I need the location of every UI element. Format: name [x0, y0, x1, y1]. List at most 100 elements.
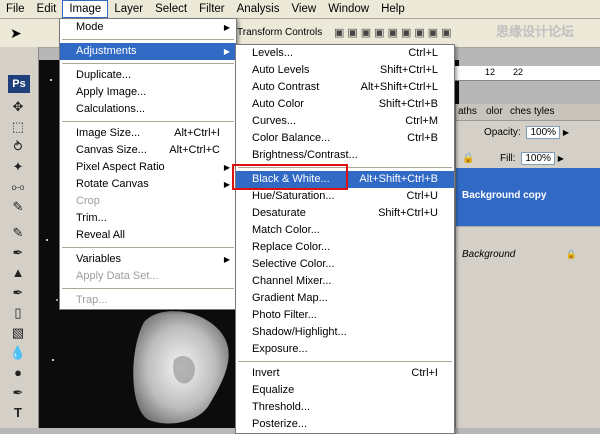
menu-item-posterize[interactable]: Posterize...: [236, 416, 454, 433]
callout-highlight-box: [232, 164, 348, 190]
gradient-tool-icon[interactable]: ▧: [8, 325, 28, 341]
menu-item-channel-mixer[interactable]: Channel Mixer...: [236, 273, 454, 290]
menu-item-auto-levels[interactable]: Auto Levels Shift+Ctrl+L: [236, 62, 454, 79]
fill-dropdown-icon[interactable]: ▶: [558, 154, 564, 163]
adjustments-submenu: Levels... Ctrl+L Auto Levels Shift+Ctrl+L Au…: [235, 44, 455, 434]
submenu-arrow-icon: ▶: [223, 23, 230, 32]
magic-wand-icon[interactable]: ✦: [8, 159, 28, 175]
menu-image[interactable]: Image: [62, 0, 109, 18]
menu-item-label: Equalize: [252, 384, 295, 396]
menu-item-auto-color[interactable]: Auto Color Shift+Ctrl+B: [236, 96, 454, 113]
lasso-tool-icon[interactable]: ⥁: [8, 139, 28, 155]
menu-item-shadow-highlight[interactable]: Shadow/Highlight...: [236, 324, 454, 341]
menu-item-threshold[interactable]: Threshold...: [236, 399, 454, 416]
menu-item-curves[interactable]: Curves... Ctrl+M: [236, 113, 454, 130]
align-icons[interactable]: ▣▣▣▣▣▣▣▣▣: [334, 26, 455, 39]
menu-item-label: Replace Color...: [252, 241, 331, 253]
ps-logo: Ps: [8, 75, 30, 93]
move-tool-icon[interactable]: ✥: [8, 99, 28, 115]
menu-item-label: Exposure...: [252, 343, 308, 355]
move-tool-icon[interactable]: ➤: [10, 25, 22, 42]
menu-item-pixel-aspect-ratio[interactable]: Pixel Aspect Ratio ▶: [60, 159, 236, 176]
panel-tab[interactable]: ches: [510, 106, 531, 117]
layer-row[interactable]: Background 🔒: [456, 226, 600, 285]
history-brush-icon[interactable]: ✒: [8, 285, 28, 301]
opacity-input[interactable]: 100%: [526, 126, 561, 139]
marquee-tool-icon[interactable]: ⬚: [8, 119, 28, 135]
panel-tab[interactable]: olor: [486, 106, 503, 117]
toolbox: Ps ✥ ⬚ ⥁ ✦ ⧟ ✎ ✎ ✒ ▲ ✒ ▯ ▧ 💧 ● ✒ T: [0, 47, 39, 428]
menu-item-canvas-size[interactable]: Canvas Size... Alt+Ctrl+C: [60, 142, 236, 159]
menu-item-label: Variables: [76, 253, 122, 265]
menu-item-label: Levels...: [252, 47, 293, 59]
menu-item-invert[interactable]: Invert Ctrl+I: [236, 365, 454, 382]
menu-item-selective-color[interactable]: Selective Color...: [236, 256, 454, 273]
blur-tool-icon[interactable]: 💧: [8, 345, 28, 361]
menu-select[interactable]: Select: [149, 0, 193, 18]
menu-item-label: Apply Data Set...: [76, 270, 159, 282]
menu-separator: [62, 39, 234, 40]
panel-tab[interactable]: tyles: [534, 106, 555, 117]
menu-item-color-balance[interactable]: Color Balance... Ctrl+B: [236, 130, 454, 147]
opacity-dropdown-icon[interactable]: ▶: [563, 128, 569, 137]
menu-item-shortcut: Alt+Shift+Ctrl+B: [359, 173, 438, 185]
menu-item-trim[interactable]: Trim...: [60, 210, 236, 227]
menu-window[interactable]: Window: [322, 0, 375, 18]
type-tool-icon[interactable]: T: [8, 405, 28, 421]
menu-layer[interactable]: Layer: [108, 0, 149, 18]
menu-filter[interactable]: Filter: [193, 0, 231, 18]
panel-tab[interactable]: aths: [458, 106, 477, 117]
fill-input[interactable]: 100%: [521, 152, 555, 165]
slice-tool-icon[interactable]: ✎: [8, 199, 28, 215]
menu-bar: File Edit Image Layer Select Filter Analysis Vi…: [0, 0, 600, 19]
menu-item-label: Pixel Aspect Ratio: [76, 161, 165, 173]
menu-view[interactable]: View: [285, 0, 322, 18]
menu-item-variables[interactable]: Variables ▶: [60, 251, 236, 268]
menu-item-crop: Crop: [60, 193, 236, 210]
menu-analysis[interactable]: Analysis: [231, 0, 286, 18]
menu-separator: [238, 361, 452, 362]
menu-item-levels[interactable]: Levels... Ctrl+L: [236, 45, 454, 62]
menu-item-gradient-map[interactable]: Gradient Map...: [236, 290, 454, 307]
menu-item-mode[interactable]: Mode ▶: [60, 19, 236, 36]
crop-tool-icon[interactable]: ⧟: [8, 179, 28, 195]
menu-file[interactable]: File: [0, 0, 31, 18]
clone-stamp-icon[interactable]: ▲: [8, 265, 28, 281]
menu-item-hue-saturation[interactable]: Hue/Saturation... Ctrl+U: [236, 188, 454, 205]
pen-tool-icon[interactable]: ✒: [8, 385, 28, 401]
menu-item-image-size[interactable]: Image Size... Alt+Ctrl+I: [60, 125, 236, 142]
menu-item-rotate-canvas[interactable]: Rotate Canvas ▶: [60, 176, 236, 193]
menu-item-label: Desaturate: [252, 207, 306, 219]
layer-row[interactable]: Background copy: [456, 168, 600, 226]
menu-item-auto-contrast[interactable]: Auto Contrast Alt+Shift+Ctrl+L: [236, 79, 454, 96]
menu-item-exposure[interactable]: Exposure...: [236, 341, 454, 358]
lock-icon[interactable]: 🔒: [462, 153, 474, 164]
menu-item-match-color[interactable]: Match Color...: [236, 222, 454, 239]
healing-brush-icon[interactable]: ✎: [8, 225, 28, 241]
menu-item-equalize[interactable]: Equalize: [236, 382, 454, 399]
menu-item-calculations[interactable]: Calculations...: [60, 101, 236, 118]
menu-item-shortcut: Ctrl+L: [408, 47, 438, 59]
menu-edit[interactable]: Edit: [31, 0, 63, 18]
menu-item-label: Image Size...: [76, 127, 141, 139]
image-menu: Mode ▶ Adjustments ▶ Duplicate... Apply Image…: [59, 18, 237, 310]
menu-item-photo-filter[interactable]: Photo Filter...: [236, 307, 454, 324]
menu-item-label: Shadow/Highlight...: [252, 326, 347, 338]
menu-item-trap: Trap...: [60, 292, 236, 309]
menu-item-duplicate[interactable]: Duplicate...: [60, 67, 236, 84]
eraser-tool-icon[interactable]: ▯: [8, 305, 28, 321]
menu-item-desaturate[interactable]: Desaturate Shift+Ctrl+U: [236, 205, 454, 222]
menu-item-reveal-all[interactable]: Reveal All: [60, 227, 236, 244]
transform-controls-label: Transform Controls: [237, 27, 323, 38]
menu-item-brightness-contrast[interactable]: Brightness/Contrast...: [236, 147, 454, 164]
menu-item-adjustments[interactable]: Adjustments ▶: [60, 43, 236, 60]
submenu-arrow-icon: ▶: [223, 47, 230, 56]
menu-item-label: Hue/Saturation...: [252, 190, 335, 202]
horizontal-ruler: 12 22: [455, 66, 600, 81]
dodge-tool-icon[interactable]: ●: [8, 365, 28, 381]
brush-tool-icon[interactable]: ✒: [8, 245, 28, 261]
menu-help[interactable]: Help: [375, 0, 411, 18]
menu-item-replace-color[interactable]: Replace Color...: [236, 239, 454, 256]
submenu-arrow-icon: ▶: [223, 255, 230, 264]
menu-item-apply-image[interactable]: Apply Image...: [60, 84, 236, 101]
